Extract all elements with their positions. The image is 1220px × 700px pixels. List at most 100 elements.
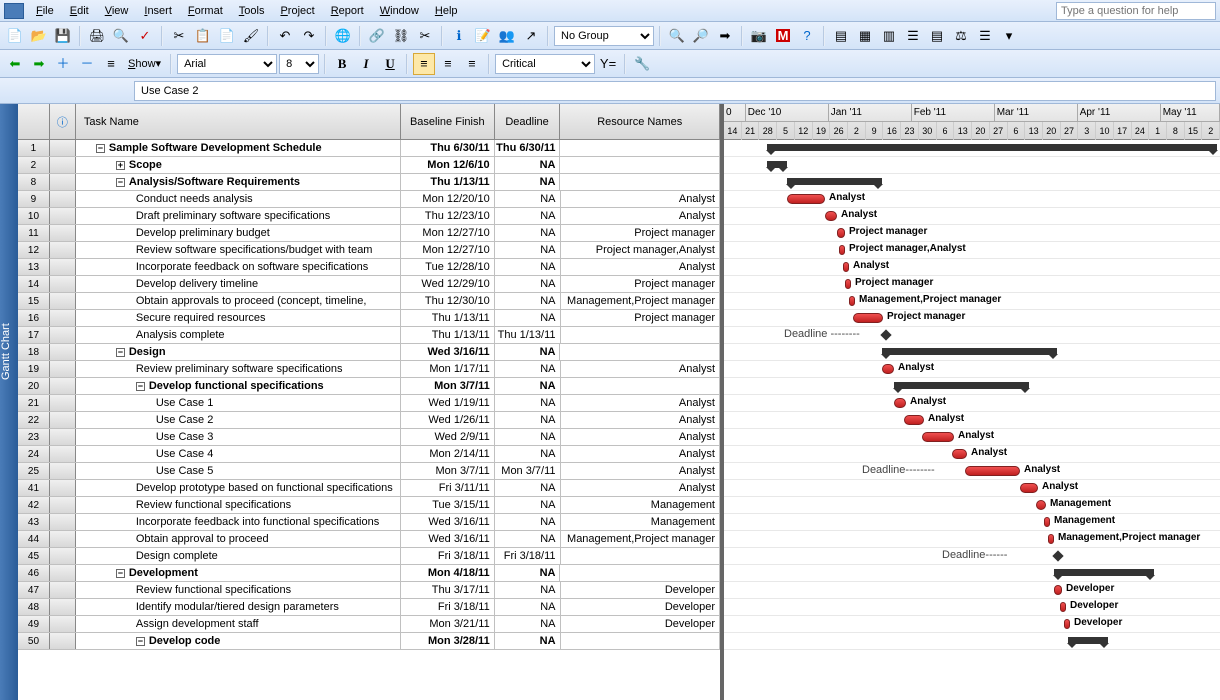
resource-cell[interactable]: Project manager — [561, 310, 720, 326]
deadline-cell[interactable]: Mon 3/7/11 — [495, 463, 561, 479]
table-row[interactable]: 14 Develop delivery timeline Wed 12/29/1… — [18, 276, 720, 293]
task-bar[interactable] — [825, 211, 837, 221]
row-info[interactable] — [50, 531, 76, 547]
task-name-cell[interactable]: −Development — [76, 565, 401, 581]
help-search-input[interactable] — [1056, 2, 1216, 20]
row-info[interactable] — [50, 548, 76, 564]
row-info[interactable] — [50, 395, 76, 411]
row-info[interactable] — [50, 174, 76, 190]
baseline-cell[interactable]: Wed 3/16/11 — [401, 514, 495, 530]
table-row[interactable]: 23 Use Case 3 Wed 2/9/11 NA Analyst — [18, 429, 720, 446]
deadline-cell[interactable]: NA — [495, 208, 561, 224]
row-info[interactable] — [50, 480, 76, 496]
resource-cell[interactable]: Analyst — [561, 412, 720, 428]
header-deadline[interactable]: Deadline — [495, 104, 561, 139]
task-name-cell[interactable]: −Analysis/Software Requirements — [76, 174, 401, 190]
row-info[interactable] — [50, 616, 76, 632]
task-bar[interactable] — [882, 364, 894, 374]
collapse-icon[interactable]: − — [96, 144, 105, 153]
row-info[interactable] — [50, 344, 76, 360]
menu-project[interactable]: Project — [272, 3, 322, 19]
print-icon[interactable]: 🖨 — [86, 25, 108, 47]
resource-cell[interactable]: Project manager — [561, 276, 720, 292]
baseline-cell[interactable]: Thu 12/30/10 — [401, 293, 495, 309]
menu-edit[interactable]: Edit — [62, 3, 97, 19]
view-tab-gantt[interactable]: Gantt Chart — [0, 104, 18, 700]
task-name-cell[interactable]: Incorporate feedback on software specifi… — [76, 259, 401, 275]
row-number[interactable]: 8 — [18, 174, 50, 190]
gantt-row[interactable]: Project manager — [724, 310, 1220, 327]
row-number[interactable]: 1 — [18, 140, 50, 156]
task-name-cell[interactable]: Review functional specifications — [76, 582, 401, 598]
row-number[interactable]: 10 — [18, 208, 50, 224]
task-name-cell[interactable]: Obtain approval to proceed — [76, 531, 401, 547]
show-subtasks-icon[interactable]: ＋ — [52, 53, 74, 75]
resource-cell[interactable]: Developer — [561, 616, 720, 632]
baseline-cell[interactable]: Mon 12/27/10 — [401, 242, 495, 258]
collapse-icon[interactable]: − — [136, 637, 145, 646]
table-row[interactable]: 42 Review functional specifications Tue … — [18, 497, 720, 514]
resource-cell[interactable] — [560, 157, 720, 173]
hide-subtasks-icon[interactable]: － — [76, 53, 98, 75]
row-info[interactable] — [50, 259, 76, 275]
gantt-row[interactable] — [724, 378, 1220, 395]
task-info-icon[interactable]: ℹ — [448, 25, 470, 47]
resource-cell[interactable]: Management — [561, 514, 720, 530]
baseline-cell[interactable]: Wed 3/16/11 — [401, 344, 495, 360]
table-row[interactable]: 10 Draft preliminary software specificat… — [18, 208, 720, 225]
task-name-cell[interactable]: Use Case 1 — [76, 395, 401, 411]
row-number[interactable]: 50 — [18, 633, 50, 649]
gantt-row[interactable]: Management,Project manager — [724, 531, 1220, 548]
resource-cell[interactable]: Management,Project manager — [561, 293, 720, 309]
table-row[interactable]: 12 Review software specifications/budget… — [18, 242, 720, 259]
row-number[interactable]: 16 — [18, 310, 50, 326]
task-name-cell[interactable]: Review functional specifications — [76, 497, 401, 513]
header-resource[interactable]: Resource Names — [560, 104, 720, 139]
row-number[interactable]: 2 — [18, 157, 50, 173]
menu-format[interactable]: Format — [180, 3, 231, 19]
split-task-icon[interactable]: ✂ — [414, 25, 436, 47]
resource-cell[interactable] — [561, 327, 720, 343]
row-info[interactable] — [50, 429, 76, 445]
resource-cell[interactable]: Developer — [561, 582, 720, 598]
task-bar[interactable] — [965, 466, 1020, 476]
table-row[interactable]: 43 Incorporate feedback into functional … — [18, 514, 720, 531]
table-row[interactable]: 22 Use Case 2 Wed 1/26/11 NA Analyst — [18, 412, 720, 429]
gantt-row[interactable]: Analyst — [724, 208, 1220, 225]
baseline-cell[interactable]: Thu 6/30/11 — [401, 140, 495, 156]
gantt-row[interactable]: AnalystDeadline-------- — [724, 463, 1220, 480]
table-row[interactable]: 13 Incorporate feedback on software spec… — [18, 259, 720, 276]
baseline-cell[interactable]: Mon 3/7/11 — [401, 378, 495, 394]
summary-bar[interactable] — [894, 382, 1029, 389]
task-name-cell[interactable]: Review preliminary software specificatio… — [76, 361, 401, 377]
row-info[interactable] — [50, 293, 76, 309]
resource-cell[interactable]: Project manager — [561, 225, 720, 241]
deadline-cell[interactable]: NA — [495, 616, 561, 632]
row-number[interactable]: 12 — [18, 242, 50, 258]
save-icon[interactable]: 💾 — [52, 25, 74, 47]
resource-cell[interactable]: Project manager,Analyst — [561, 242, 720, 258]
deadline-cell[interactable]: NA — [495, 310, 561, 326]
milestone-icon[interactable] — [880, 329, 891, 340]
baseline-cell[interactable]: Mon 3/21/11 — [401, 616, 495, 632]
task-bar[interactable] — [1036, 500, 1046, 510]
cut-icon[interactable]: ✂ — [168, 25, 190, 47]
row-info[interactable] — [50, 191, 76, 207]
insert-hyperlink-icon[interactable]: 🌐 — [332, 25, 354, 47]
autofilter-icon[interactable]: Y= — [597, 53, 619, 75]
task-name-cell[interactable]: Design complete — [76, 548, 401, 564]
baseline-cell[interactable]: Thu 12/23/10 — [401, 208, 495, 224]
show-label[interactable]: Show▾ — [124, 53, 165, 75]
summary-bar[interactable] — [787, 178, 882, 185]
row-number[interactable]: 25 — [18, 463, 50, 479]
summary-bar[interactable] — [767, 144, 1217, 151]
resource-cell[interactable] — [561, 548, 720, 564]
baseline-cell[interactable]: Mon 12/20/10 — [401, 191, 495, 207]
deadline-cell[interactable]: NA — [495, 293, 561, 309]
row-number[interactable]: 42 — [18, 497, 50, 513]
baseline-cell[interactable]: Mon 1/17/11 — [401, 361, 495, 377]
table-row[interactable]: 21 Use Case 1 Wed 1/19/11 NA Analyst — [18, 395, 720, 412]
network-view-icon[interactable]: ▥ — [878, 25, 900, 47]
unlink-tasks-icon[interactable]: ⛓ — [390, 25, 412, 47]
row-number[interactable]: 48 — [18, 599, 50, 615]
